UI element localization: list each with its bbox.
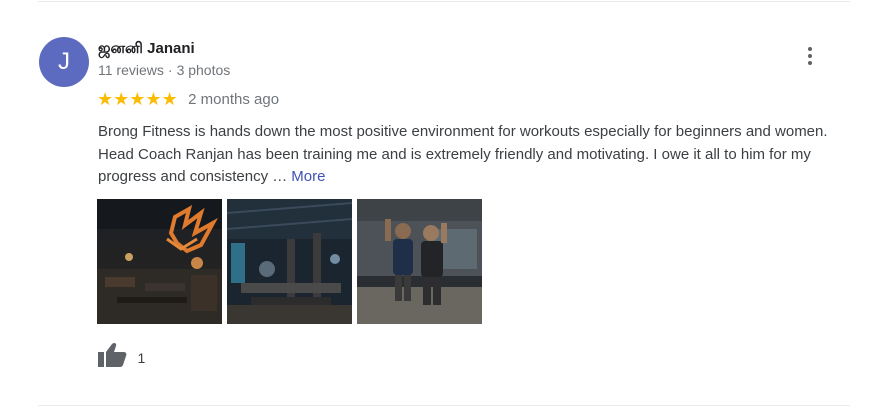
review-text: Brong Fitness is hands down the most pos…	[98, 121, 843, 189]
review-count: 11 reviews	[98, 62, 164, 78]
like-row: 1	[97, 342, 145, 368]
review-body: Brong Fitness is hands down the most pos…	[98, 123, 828, 185]
avatar[interactable]: J	[39, 37, 89, 87]
thumbs-up-icon[interactable]	[97, 342, 127, 373]
photo-count: 3 photos	[176, 62, 231, 78]
star-rating: ★★★★★	[97, 89, 178, 109]
reviewer-meta: 11 reviews · 3 photos	[98, 62, 230, 78]
like-count: 1	[137, 349, 146, 366]
more-vert-icon[interactable]	[798, 44, 822, 68]
rating-row: ★★★★★ 2 months ago	[97, 89, 279, 109]
review-time: 2 months ago	[188, 91, 280, 108]
more-link[interactable]: More	[291, 168, 325, 185]
reviewer-name[interactable]: ஜனனி Janani	[98, 40, 195, 59]
bottom-divider	[38, 405, 850, 406]
review-photo-gym-interior[interactable]	[97, 199, 222, 324]
review-photo-two-people[interactable]	[357, 199, 482, 324]
meta-separator: ·	[167, 62, 173, 78]
top-divider	[38, 1, 850, 2]
review-photo-gym-equipment[interactable]	[227, 199, 352, 324]
